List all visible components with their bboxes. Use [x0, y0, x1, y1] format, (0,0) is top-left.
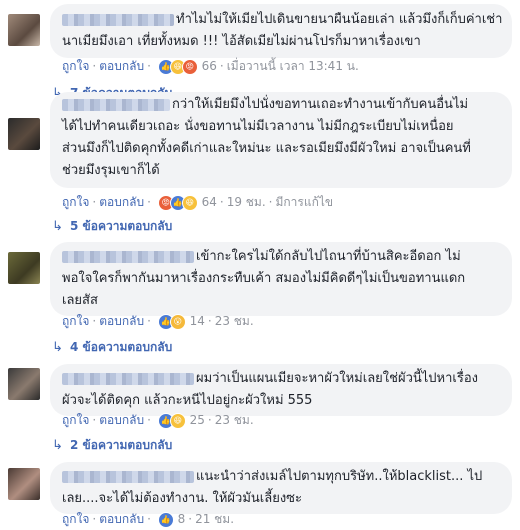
comment-actions: ถูกใจ · ตอบกลับ · 👍 😆 25 · 23 ชม.: [62, 412, 254, 429]
like-link[interactable]: ถูกใจ: [62, 59, 89, 73]
comment-text-line: เลยสัส: [62, 293, 98, 308]
like-link[interactable]: ถูกใจ: [62, 413, 89, 427]
comment-bubble: แนะนำว่าส่งเมล์ไปตามทุกบริษัท..ให้blackl…: [50, 462, 512, 514]
edited-label[interactable]: มีการแก้ไข: [275, 195, 333, 209]
comment-text-line: ได้ไปทำคนเดียวเถอะ นั่งขอทานไม่มีเวลางาน…: [62, 119, 454, 134]
reply-link[interactable]: ตอบกลับ: [99, 59, 144, 73]
comment-text-line: เลย....จะได้ไม่ต้องทำงาน. ให้ผัวมันเลี้ย…: [62, 491, 302, 506]
avatar[interactable]: [8, 368, 40, 400]
commenter-name-blurred[interactable]: [62, 98, 170, 111]
reaction-count: 8: [177, 512, 186, 526]
comment-text-line: นาเมียมึงเอา เที่ยทั้งหมด !!! ไอ้สัดเมีย…: [62, 34, 421, 49]
comment-text-line: เข้ากะใครไม่ใด้กลับไปไถนาที่บ้านสิคะอีดอ…: [196, 249, 461, 264]
avatar[interactable]: [8, 118, 40, 150]
view-replies[interactable]: ↳ 5 ข้อความตอบกลับ: [52, 217, 172, 235]
like-reaction-icon: 👍: [157, 511, 174, 528]
reactions[interactable]: 👍 😆: [157, 412, 186, 429]
comment-text-line: พอใจใครก็พากันมาหาเรื่องกระทืบเค้า สมองไ…: [62, 271, 466, 286]
reaction-count: 25: [189, 413, 205, 427]
reactions[interactable]: 👍 😮: [157, 313, 186, 330]
reply-arrow-icon: ↳: [52, 438, 63, 453]
reply-link[interactable]: ตอบกลับ: [99, 413, 144, 427]
like-link[interactable]: ถูกใจ: [62, 195, 89, 209]
avatar[interactable]: [8, 252, 40, 284]
comment-time[interactable]: 19 ชม.: [227, 195, 266, 209]
like-link[interactable]: ถูกใจ: [62, 512, 89, 526]
comment-time[interactable]: เมื่อวานนี้ เวลา 13:41 น.: [227, 59, 359, 73]
reply-link[interactable]: ตอบกลับ: [99, 195, 144, 209]
reply-link[interactable]: ตอบกลับ: [99, 512, 144, 526]
comment-text-line: กว่าให้เมียมึงไปนั่งขอทานเถอะทำงานเข้ากั…: [172, 97, 469, 112]
angry-reaction-icon: 😡: [181, 58, 198, 75]
reply-arrow-icon: ↳: [52, 340, 63, 355]
reactions[interactable]: 👍 😆 😡: [157, 58, 198, 75]
reactions[interactable]: 😡 👍 😆: [157, 194, 198, 211]
like-link[interactable]: ถูกใจ: [62, 314, 89, 328]
commenter-name-blurred[interactable]: [62, 250, 194, 263]
reaction-count: 14: [189, 314, 205, 328]
comment-text-line: แนะนำว่าส่งเมล์ไปตามทุกบริษัท..ให้blackl…: [196, 469, 483, 484]
haha-reaction-icon: 😆: [169, 412, 186, 429]
comment-actions: ถูกใจ · ตอบกลับ · 👍 😮 14 · 23 ชม.: [62, 313, 254, 330]
comment-bubble: ผมว่าเป็นแผนเมียจะหาผัวใหม่เลยใช่ผัวนี้ไ…: [50, 364, 512, 416]
avatar[interactable]: [8, 468, 40, 500]
comment-time[interactable]: 23 ชม.: [215, 314, 254, 328]
reaction-count: 66: [201, 59, 217, 73]
comment-bubble: กว่าให้เมียมึงไปนั่งขอทานเถอะทำงานเข้ากั…: [50, 92, 512, 188]
reactions[interactable]: 👍: [157, 511, 174, 528]
commenter-name-blurred[interactable]: [62, 372, 194, 385]
commenter-name-blurred[interactable]: [62, 470, 194, 483]
avatar[interactable]: [8, 14, 40, 46]
comment-time[interactable]: 21 ชม.: [195, 512, 234, 526]
haha-reaction-icon: 😆: [181, 194, 198, 211]
wow-reaction-icon: 😮: [169, 313, 186, 330]
comment-actions: ถูกใจ · ตอบกลับ · 👍 8 · 21 ชม.: [62, 511, 235, 528]
commenter-name-blurred[interactable]: [62, 13, 174, 26]
comment-actions: ถูกใจ · ตอบกลับ · 👍 😆 😡 66 · เมื่อวานนี้ เวลา 1…: [62, 58, 359, 75]
comment-time[interactable]: 23 ชม.: [215, 413, 254, 427]
comment-text-line: ผมว่าเป็นแผนเมียจะหาผัวใหม่เลยใช่ผัวนี้ไ…: [196, 371, 478, 386]
comment-text-line: ผัวจะได้ติดคุก แล้วกะหนีไปอยู่กะผัวใหม่ …: [62, 393, 313, 408]
view-replies[interactable]: ↳ 2 ข้อความตอบกลับ: [52, 436, 172, 454]
comment-text-line: ส่วนมึงก็ไปติดคุกทั้งคดีเก่าและใหม่นะ แล…: [62, 141, 471, 156]
comment-bubble: ทำไมไม่ให้เมียไปเดินขายนาผืนน้อยเล่า แล้…: [50, 4, 512, 58]
comment-bubble: เข้ากะใครไม่ใด้กลับไปไถนาที่บ้านสิคะอีดอ…: [50, 242, 512, 316]
view-replies[interactable]: ↳ 4 ข้อความตอบกลับ: [52, 338, 172, 356]
comment-text-line: ช่วยมึงรุมเขาก็ได้: [62, 163, 160, 178]
reaction-count: 64: [201, 195, 217, 209]
reply-arrow-icon: ↳: [52, 219, 63, 234]
comment-actions: ถูกใจ · ตอบกลับ · 😡 👍 😆 64 · 19 ชม. · มีการแก้ไข: [62, 194, 334, 211]
comment-text-line: ทำไมไม่ให้เมียไปเดินขายนาผืนน้อยเล่า แล้…: [176, 12, 503, 27]
reply-link[interactable]: ตอบกลับ: [99, 314, 144, 328]
